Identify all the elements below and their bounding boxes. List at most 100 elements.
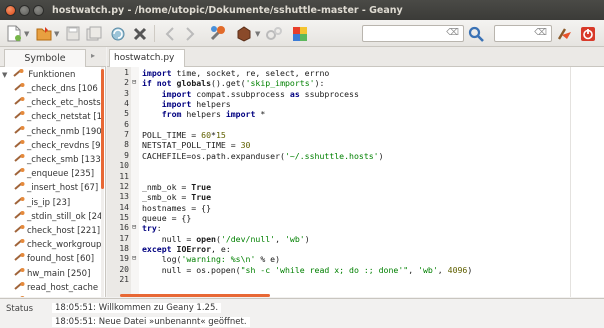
symbol-item[interactable]: _insert_host [67] [14,181,98,195]
code-line[interactable]: if not globals().get('skip_imports'): [142,78,324,88]
close-file-icon[interactable] [130,24,150,43]
code-line[interactable]: import compat.ssubprocess as ssubprocess [142,89,359,99]
code-line[interactable]: from helpers import * [142,109,266,119]
symbol-item[interactable]: read_host_cache [ [14,281,104,295]
code-line[interactable]: _smb_ok = True [142,192,211,202]
search-icon[interactable] [466,24,486,43]
line-number: 1 [124,68,129,77]
symbol-label: check_host [221] [27,226,101,236]
line-number: 8 [124,140,129,150]
symbol-item[interactable]: _check_revdns [9 [14,139,101,153]
execute-icon[interactable] [264,24,284,43]
line-number: 12 [119,181,129,191]
toolbar-separator [154,25,155,42]
build-icon[interactable] [234,24,254,43]
goto-line-icon[interactable] [554,24,574,43]
function-icon [14,239,25,247]
symbol-item[interactable]: _enqueue [235] [14,167,94,181]
tab-symbols[interactable]: Symbole [4,49,86,67]
line-number: 16 [119,223,129,233]
symbol-item[interactable]: check_workgroup [14,238,101,252]
compile-icon[interactable] [208,24,228,43]
symbol-item[interactable]: _stdin_still_ok [24 [14,210,102,224]
code-line[interactable]: POLL_TIME = 60*15 [142,130,226,140]
code-line[interactable]: null = open('/dev/null', 'wb') [142,234,310,244]
code-line[interactable]: queue = {} [142,213,191,223]
back-icon[interactable] [160,24,180,43]
line-number: 19 [119,254,129,264]
revert-icon[interactable] [108,24,128,43]
editor-horizontal-scrollbar[interactable] [120,294,270,297]
symbol-label: _check_netstat [1 [27,112,103,123]
symbol-item[interactable]: check_host [221] [14,224,100,238]
fold-margin[interactable] [131,67,139,297]
function-icon [14,154,25,162]
symbol-item[interactable]: _check_etc_hosts [14,96,101,110]
fold-marker-icon[interactable]: ⊟ [132,78,136,86]
save-file-icon[interactable] [63,24,83,43]
symbol-label: read_host_cache [ [27,282,105,293]
editor-tabs: hostwatch.py ✖ [107,47,604,80]
line-number: 9 [124,150,129,160]
sidebar-scrollbar-thumb[interactable] [101,69,104,189]
symbol-item[interactable]: _check_smb [133 [14,153,101,167]
new-file-icon[interactable] [4,24,24,43]
symbol-item[interactable]: _check_dns [106 [14,82,98,96]
code-line[interactable]: null = os.popen("sh -c 'while read x; do… [142,265,473,275]
code-line[interactable]: log('warning: %s\n' % e) [142,254,280,264]
tree-root-functions[interactable]: ▼ Funktionen [2,68,75,82]
function-icon [14,111,25,120]
clear-goto-icon[interactable]: ⌫ [534,28,547,38]
build-dropdown-icon[interactable]: ▼ [255,30,260,38]
symbol-item[interactable]: _check_nmb [190 [14,125,102,139]
symbol-item[interactable]: _check_netstat [1 [14,110,102,124]
line-number: 17 [119,233,129,243]
code-line[interactable]: CACHEFILE=os.path.expanduser('~/.sshuttl… [142,151,384,161]
function-icon [14,196,25,205]
function-icon [14,281,25,290]
open-file-icon[interactable] [34,24,54,43]
search-input[interactable]: ⌫ [362,25,464,42]
symbol-item[interactable]: _is_ip [23] [14,196,70,210]
symbol-item[interactable]: write_host_cache [14,295,100,297]
code-line[interactable]: except IOError, e: [142,244,231,254]
code-line[interactable]: import helpers [142,99,231,109]
symbol-item[interactable]: found_host [60] [14,252,94,266]
sidebar-tabs: Symbole ▸ [0,47,106,67]
line-number: 20 [119,264,129,274]
expander-icon[interactable]: ▼ [2,68,10,82]
new-file-dropdown-icon[interactable]: ▼ [24,30,29,38]
save-all-icon[interactable] [84,24,104,43]
line-number: 10 [119,161,129,171]
symbol-label: _enqueue [235] [27,169,95,180]
sidebar-tab-scroll-icon[interactable]: ▸ [91,51,95,60]
clear-search-icon[interactable]: ⌫ [446,28,459,38]
close-window-button[interactable] [5,4,16,16]
status-message: 18:05:51: Neue Datei »unbenannt« geöffne… [52,317,250,327]
quit-icon[interactable] [578,24,598,43]
symbol-label: _check_revdns [9 [27,140,101,151]
fold-marker-icon[interactable]: ⊟ [132,254,136,262]
forward-icon[interactable] [180,24,200,43]
code-line[interactable]: try: [142,223,162,233]
status-tab-label[interactable]: Status [6,304,33,314]
maximize-window-button[interactable] [33,4,44,16]
line-number: 2 [124,78,129,88]
code-line[interactable]: hostnames = {} [142,203,211,213]
code-line[interactable]: _nmb_ok = True [142,182,211,192]
open-file-dropdown-icon[interactable]: ▼ [54,30,59,38]
code-line[interactable]: NETSTAT_POLL_TIME = 30 [142,140,250,150]
color-chooser-icon[interactable] [290,24,310,43]
fold-marker-icon[interactable]: ⊟ [132,223,136,231]
symbol-label: _insert_host [67] [27,183,99,194]
tab-hostwatch[interactable]: hostwatch.py ✖ [109,49,185,80]
tab-filename: hostwatch.py [114,53,175,63]
minimize-window-button[interactable] [19,4,30,16]
goto-line-input[interactable]: ⌫ [494,25,552,42]
code-editor[interactable]: 1 2 3 4 5 6 7 8 9 10 11 12 13 14 15 16 17 18 19 20 21 import… [107,67,604,297]
symbol-item[interactable]: hw_main [250] [14,267,90,281]
window-controls [5,4,44,16]
window-title: hostwatch.py - /home/utopic/Dokumente/ss… [52,4,403,16]
function-icon [14,125,25,134]
code-line[interactable]: import time, socket, re, select, errno [142,68,329,78]
